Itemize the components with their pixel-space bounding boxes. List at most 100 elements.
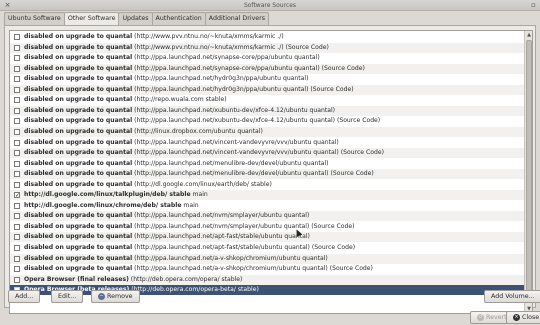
source-status: disabled on upgrade to quantal [24,170,133,178]
source-text: disabled on upgrade to quantal (http://d… [24,180,272,190]
source-row[interactable]: disabled on upgrade to quantal (http://l… [10,126,525,137]
source-enabled-checkbox[interactable] [14,65,20,72]
tab-other-software[interactable]: Other Software [63,12,120,26]
source-status: disabled on upgrade to quantal [24,233,133,241]
source-enabled-checkbox[interactable] [14,128,20,135]
source-status: disabled on upgrade to quantal [24,64,133,72]
source-text: disabled on upgrade to quantal (http://p… [24,159,329,169]
tab-bar: Ubuntu Software Other Software Updates A… [4,12,270,26]
source-status: disabled on upgrade to quantal [24,254,133,262]
source-enabled-checkbox[interactable] [14,139,20,146]
source-row[interactable]: disabled on upgrade to quantal (http://p… [10,138,525,148]
source-text: disabled on upgrade to quantal (http://p… [24,74,308,84]
source-text: disabled on upgrade to quantal (http://p… [24,53,320,63]
source-row[interactable]: disabled on upgrade to quantal (http://d… [10,180,525,190]
source-row[interactable]: disabled on upgrade to quantal (http://p… [10,264,525,274]
source-row[interactable]: disabled on upgrade to quantal (http://p… [10,105,525,116]
source-url: (http://deb.opera.com/opera/ stable) [128,275,243,283]
source-status: disabled on upgrade to quantal [24,106,133,114]
remove-button[interactable]: − Remove [91,290,140,303]
edit-button[interactable]: Edit... [51,290,84,303]
source-enabled-checkbox[interactable] [14,234,20,241]
source-enabled-checkbox[interactable] [14,223,20,230]
source-enabled-checkbox[interactable] [14,86,20,93]
tab-additional-drivers[interactable]: Additional Drivers [204,12,270,25]
vertical-scrollbar[interactable]: ▲ ▼ [524,31,532,313]
source-row[interactable]: Opera Browser (beta releases) (http://de… [10,285,525,296]
source-row[interactable]: disabled on upgrade to quantal (http://p… [10,74,525,84]
source-row[interactable]: disabled on upgrade to quantal (http://p… [10,253,525,264]
source-row[interactable]: disabled on upgrade to quantal (http://p… [10,232,525,243]
source-row[interactable]: disabled on upgrade to quantal (http://w… [10,42,525,53]
source-enabled-checkbox[interactable] [14,118,20,125]
source-enabled-checkbox[interactable] [14,171,20,178]
source-enabled-checkbox[interactable] [14,255,20,262]
scroll-up-icon[interactable]: ▲ [525,31,532,39]
source-status: disabled on upgrade to quantal [24,127,133,135]
source-enabled-checkbox[interactable] [14,44,20,51]
source-enabled-checkbox[interactable] [14,202,20,209]
source-row[interactable]: disabled on upgrade to quantal (http://p… [10,211,525,222]
source-row[interactable]: disabled on upgrade to quantal (http://p… [10,84,525,95]
source-url: (http://ppa.launchpad.net/xubuntu-dev/xf… [132,117,381,125]
source-url: (http://ppa.launchpad.net/a-v-shkop/chro… [132,265,373,273]
source-status: disabled on upgrade to quantal [24,222,133,230]
scrollbar-thumb[interactable] [526,40,532,300]
source-row[interactable]: disabled on upgrade to quantal (http://w… [10,32,525,42]
source-row[interactable]: Opera Browser (final releases) (http://d… [10,274,525,285]
source-enabled-checkbox[interactable] [14,76,20,83]
source-status: disabled on upgrade to quantal [24,96,133,104]
source-row[interactable]: disabled on upgrade to quantal (http://p… [10,243,525,253]
add-volume-button[interactable]: Add Volume... [484,290,540,303]
tab-ubuntu-software[interactable]: Ubuntu Software [4,12,65,25]
source-url: (http://ppa.launchpad.net/xubuntu-dev/xf… [132,106,336,114]
source-text: disabled on upgrade to quantal (http://p… [24,232,310,242]
source-url: (http://ppa.launchpad.net/hydr0g3n/ppa/u… [132,85,354,93]
source-enabled-checkbox[interactable] [14,245,20,251]
source-enabled-checkbox[interactable] [14,213,20,220]
source-enabled-checkbox[interactable]: ✓ [14,192,20,199]
tab-authentication[interactable]: Authentication [151,12,206,25]
source-row[interactable]: disabled on upgrade to quantal (http://p… [10,159,525,169]
source-row[interactable]: disabled on upgrade to quantal (http://p… [10,148,525,159]
source-enabled-checkbox[interactable] [14,160,20,167]
source-url: main [181,201,199,209]
source-enabled-checkbox[interactable] [14,150,20,157]
source-text: Opera Browser (final releases) (http://d… [24,275,242,285]
source-row[interactable]: disabled on upgrade to quantal (http://r… [10,95,525,105]
source-url: (http://ppa.launchpad.net/vincent-vandev… [132,138,339,146]
source-status: disabled on upgrade to quantal [24,159,133,167]
window-maximize-icon[interactable]: ▫ [529,1,538,10]
source-enabled-checkbox[interactable] [14,107,20,114]
source-row[interactable]: http://dl.google.com/linux/chrome/deb/ s… [10,201,525,211]
source-row[interactable]: disabled on upgrade to quantal (http://p… [10,63,525,74]
source-enabled-checkbox[interactable] [14,276,20,283]
source-text: disabled on upgrade to quantal (http://l… [24,127,263,137]
source-status: disabled on upgrade to quantal [24,265,133,273]
source-text: disabled on upgrade to quantal (http://r… [24,95,227,105]
close-button[interactable]: × Close [506,311,540,324]
source-row[interactable]: disabled on upgrade to quantal (http://p… [10,116,525,126]
source-text: disabled on upgrade to quantal (http://p… [24,138,339,148]
source-url: (http://linux.dropbox.com/ubuntu quantal… [132,127,263,135]
sources-list[interactable]: Opera Browser (beta releases) (http://de… [9,30,533,314]
source-enabled-checkbox[interactable] [14,55,20,62]
source-enabled-checkbox[interactable] [14,266,20,273]
source-row[interactable]: disabled on upgrade to quantal (http://p… [10,53,525,63]
source-enabled-checkbox[interactable] [14,97,20,104]
tab-updates[interactable]: Updates [118,12,153,25]
source-text: http://dl.google.com/linux/chrome/deb/ s… [24,201,199,211]
window-title: Software Sources [243,2,297,9]
source-status: disabled on upgrade to quantal [24,244,133,251]
source-enabled-checkbox[interactable] [14,34,20,40]
source-enabled-checkbox[interactable] [14,181,20,188]
source-status: disabled on upgrade to quantal [24,149,133,157]
source-url: (http://ppa.launchpad.net/menulibre-dev/… [132,159,329,167]
source-text: disabled on upgrade to quantal (http://p… [24,106,335,116]
source-row[interactable]: ✓ http://dl.google.com/linux/talkplugin/d… [10,190,525,201]
add-button[interactable]: Add... [8,290,41,303]
source-row[interactable]: disabled on upgrade to quantal (http://p… [10,222,525,232]
source-text: disabled on upgrade to quantal (http://p… [24,264,373,274]
source-url: (http://ppa.launchpad.net/apt-fast/stabl… [132,244,356,251]
source-row[interactable]: disabled on upgrade to quantal (http://p… [10,169,525,180]
